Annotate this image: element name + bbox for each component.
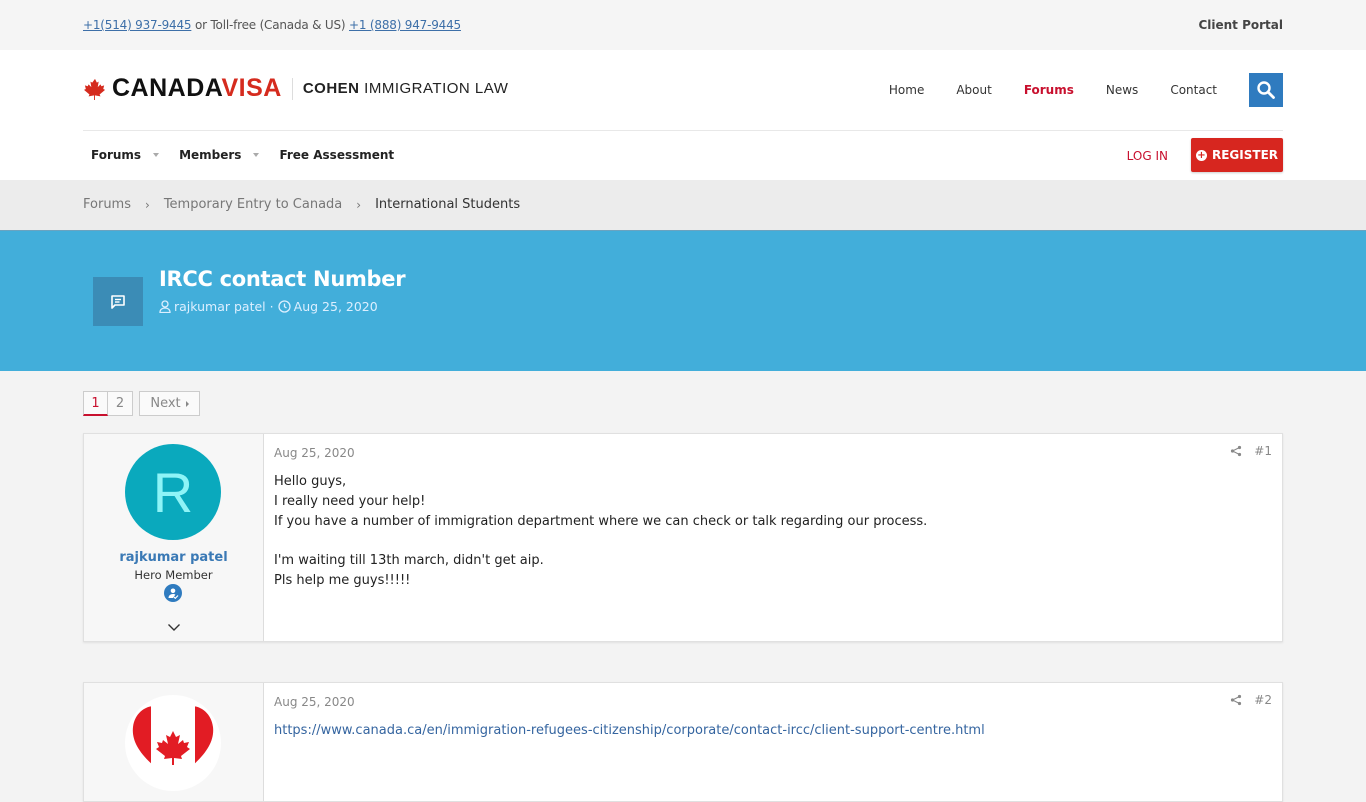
- post-line: Pls help me guys!!!!!: [274, 573, 411, 588]
- nav-home[interactable]: Home: [889, 83, 924, 97]
- login-link[interactable]: LOG IN: [1127, 149, 1168, 163]
- post-body: Aug 25, 2020 #2 https://www.canada.ca/en…: [264, 683, 1282, 801]
- chevron-down-icon[interactable]: [153, 153, 160, 157]
- post-actions: #1: [1230, 444, 1272, 458]
- subnav-members[interactable]: Members: [179, 148, 260, 162]
- post-content: https://www.canada.ca/en/immigration-ref…: [274, 721, 985, 741]
- search-icon: [1257, 81, 1275, 99]
- post-line: If you have a number of immigration depa…: [274, 514, 928, 529]
- chevron-down-icon[interactable]: [253, 153, 260, 157]
- subnav-forums-label: Forums: [91, 148, 142, 162]
- phone-separator-text: or Toll-free (Canada & US): [191, 18, 349, 32]
- logo-cohen-text: COHEN IMMIGRATION LAW: [302, 80, 509, 97]
- post-date[interactable]: Aug 25, 2020: [274, 695, 355, 709]
- comment-icon: [111, 294, 125, 309]
- subnav-members-label: Members: [179, 148, 242, 162]
- avatar[interactable]: [125, 695, 221, 791]
- post-date[interactable]: Aug 25, 2020: [274, 446, 355, 460]
- caret-right-icon: [185, 400, 189, 407]
- pagination: 1 2 Next: [83, 391, 200, 416]
- post-content: Hello guys, I really need your help! If …: [274, 472, 927, 591]
- post-body: Aug 25, 2020 #1 Hello guys, I really nee…: [264, 434, 1282, 641]
- canada-flag-heart-icon: [132, 705, 214, 781]
- nav-contact[interactable]: Contact: [1170, 83, 1217, 97]
- post-line-break: [274, 532, 927, 551]
- user-badge: [164, 584, 182, 602]
- top-contact-bar: +1(514) 937-9445 or Toll-free (Canada & …: [0, 0, 1366, 50]
- post-user-panel: [84, 683, 264, 801]
- search-button[interactable]: [1249, 73, 1283, 107]
- post-number[interactable]: #2: [1254, 693, 1272, 707]
- thread-meta: rajkumar patel · Aug 25, 2020: [159, 299, 378, 314]
- chevron-down-icon: [168, 624, 180, 631]
- user-icon: [159, 300, 171, 313]
- thread-icon-box: [93, 277, 143, 326]
- main-nav: Home About Forums News Contact: [889, 73, 1283, 107]
- clock-icon: [278, 300, 291, 313]
- nav-forums[interactable]: Forums: [1024, 83, 1074, 97]
- post-author-name[interactable]: rajkumar patel: [84, 550, 263, 565]
- thread-author-link[interactable]: rajkumar patel: [174, 299, 266, 314]
- page-title: IRCC contact Number: [159, 267, 406, 291]
- share-icon[interactable]: [1230, 694, 1242, 706]
- post: Aug 25, 2020 #2 https://www.canada.ca/en…: [83, 682, 1283, 802]
- thread-date-link[interactable]: Aug 25, 2020: [294, 299, 378, 314]
- breadcrumb-temporary-entry[interactable]: Temporary Entry to Canada: [164, 197, 342, 212]
- plus-circle-icon: +: [1195, 149, 1207, 161]
- subnav-forums[interactable]: Forums: [91, 148, 160, 162]
- nav-news[interactable]: News: [1106, 83, 1138, 97]
- post-number[interactable]: #1: [1254, 444, 1272, 458]
- breadcrumb: Forums › Temporary Entry to Canada › Int…: [0, 180, 1366, 230]
- chevron-right-icon: ›: [356, 197, 362, 212]
- post-actions: #2: [1230, 693, 1272, 707]
- user-check-icon: [168, 588, 179, 599]
- subnav-free-assessment[interactable]: Free Assessment: [279, 148, 394, 162]
- breadcrumb-international-students[interactable]: International Students: [375, 197, 520, 212]
- site-header: CANADAVISA COHEN IMMIGRATION LAW Home Ab…: [0, 50, 1366, 130]
- register-label: REGISTER: [1211, 148, 1279, 162]
- post-line: I really need your help!: [274, 494, 426, 509]
- forum-subnav: Forums Members Free Assessment LOG IN + …: [0, 130, 1366, 180]
- next-label: Next: [150, 396, 181, 411]
- logo-visa-text: VISA: [221, 74, 282, 102]
- page-1-button[interactable]: 1: [83, 391, 108, 416]
- maple-leaf-icon: [84, 78, 106, 100]
- chevron-right-icon: ›: [145, 197, 150, 212]
- post-user-panel: R rajkumar patel Hero Member: [84, 434, 264, 641]
- post-line: Hello guys,: [274, 474, 347, 489]
- post-line: I'm waiting till 13th march, didn't get …: [274, 553, 544, 568]
- meta-separator: ·: [269, 299, 274, 314]
- phone-tollfree-link[interactable]: +1 (888) 947-9445: [349, 18, 461, 32]
- site-logo[interactable]: CANADAVISA COHEN IMMIGRATION LAW: [84, 74, 508, 103]
- logo-canada-text: CANADAVISA: [112, 74, 282, 102]
- share-icon[interactable]: [1230, 445, 1242, 457]
- register-button[interactable]: + REGISTER: [1191, 138, 1283, 172]
- nav-about[interactable]: About: [956, 83, 991, 97]
- logo-divider: [291, 77, 293, 100]
- contact-phones: +1(514) 937-9445 or Toll-free (Canada & …: [83, 18, 461, 32]
- client-portal-link[interactable]: Client Portal: [1198, 18, 1283, 32]
- breadcrumb-forums[interactable]: Forums: [83, 197, 131, 212]
- post-link[interactable]: https://www.canada.ca/en/immigration-ref…: [274, 723, 985, 738]
- user-title: Hero Member: [134, 568, 213, 582]
- phone-local-link[interactable]: +1(514) 937-9445: [83, 18, 192, 32]
- avatar[interactable]: R: [125, 444, 221, 540]
- post: R rajkumar patel Hero Member Aug 25, 202…: [83, 433, 1283, 642]
- expand-user-info[interactable]: [167, 617, 181, 636]
- subnav-free-assessment-label: Free Assessment: [279, 148, 395, 162]
- next-page-button[interactable]: Next: [139, 391, 200, 416]
- thread-header: IRCC contact Number rajkumar patel · Aug…: [0, 230, 1366, 371]
- page-2-button[interactable]: 2: [108, 391, 133, 416]
